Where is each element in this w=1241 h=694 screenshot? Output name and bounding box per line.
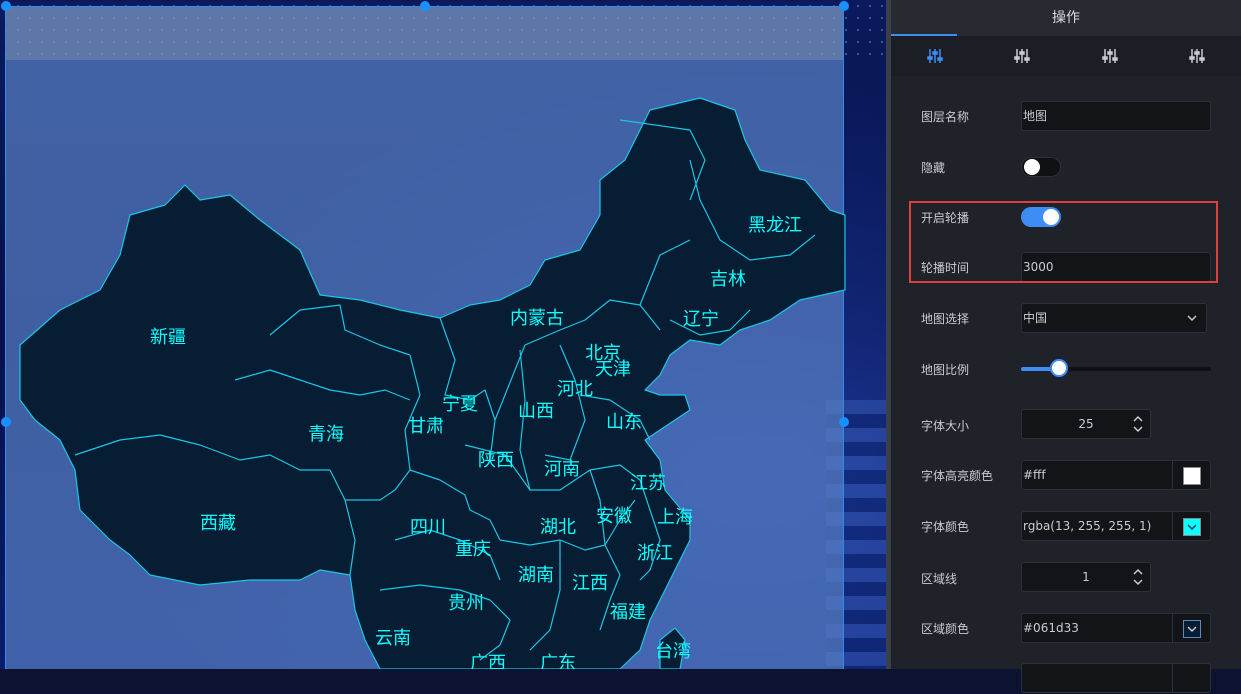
stepper-arrows-icon[interactable] bbox=[1132, 413, 1144, 435]
map-select-dropdown[interactable]: 中国 bbox=[1021, 303, 1207, 333]
province-label: 山西 bbox=[518, 401, 554, 422]
color-swatch bbox=[1183, 518, 1201, 536]
province-label: 福建 bbox=[610, 602, 646, 623]
font-color-input[interactable]: rgba(13, 255, 255, 1) bbox=[1021, 511, 1173, 541]
province-label: 湖南 bbox=[518, 565, 554, 586]
area-color-input[interactable]: #061d33 bbox=[1021, 613, 1173, 643]
color-swatch bbox=[1183, 467, 1201, 485]
resize-handle-top-right[interactable] bbox=[839, 1, 849, 11]
sliders-icon bbox=[1014, 48, 1030, 64]
stepper-arrows-icon[interactable] bbox=[1132, 566, 1144, 588]
field-font-color: 字体颜色 rgba(13, 255, 255, 1) bbox=[921, 510, 1211, 542]
field-hide: 隐藏 bbox=[921, 151, 1211, 183]
editor-canvas[interactable]: 新疆 西藏 青海 甘肃 宁夏 内蒙古 黑龙江 吉林 辽宁 北京 天津 河北 山西… bbox=[0, 0, 886, 669]
properties-panel: 操作 图层名称 地图 隐藏 开启轮播 轮播时间 3000 地图选择 bbox=[891, 0, 1241, 669]
field-font-highlight-color: 字体高亮颜色 #fff bbox=[921, 459, 1211, 491]
map-landmass bbox=[20, 98, 845, 669]
layer-name-input[interactable]: 地图 bbox=[1021, 101, 1211, 131]
annotation-highlight-box bbox=[909, 201, 1218, 283]
chevron-down-icon bbox=[1184, 519, 1200, 535]
field-label: 区域线 bbox=[921, 570, 1021, 587]
border-line-stepper[interactable]: 1 bbox=[1021, 562, 1151, 592]
sliders-icon bbox=[1102, 48, 1118, 64]
tab-3[interactable] bbox=[1066, 36, 1154, 76]
province-label: 广东 bbox=[540, 653, 576, 669]
map-select-value: 中国 bbox=[1023, 311, 1047, 325]
province-label: 宁夏 bbox=[442, 394, 478, 415]
field-font-size: 字体大小 25 bbox=[921, 409, 1211, 441]
font-size-stepper[interactable]: 25 bbox=[1021, 409, 1151, 439]
province-label: 天津 bbox=[595, 359, 631, 380]
stepper-value: 1 bbox=[1082, 570, 1090, 584]
province-label: 贵州 bbox=[448, 593, 484, 614]
field-label: 字体颜色 bbox=[921, 518, 1021, 535]
chevron-down-icon bbox=[1186, 312, 1198, 324]
tab-4[interactable] bbox=[1154, 36, 1241, 76]
color-picker-button[interactable] bbox=[1172, 511, 1211, 541]
province-label: 新疆 bbox=[150, 327, 186, 348]
province-label: 江西 bbox=[572, 573, 608, 594]
field-layer-name: 图层名称 地图 bbox=[921, 100, 1211, 132]
province-label: 河北 bbox=[557, 379, 593, 400]
color-swatch bbox=[1183, 620, 1201, 638]
province-label: 甘肃 bbox=[408, 416, 444, 437]
color-picker-button[interactable] bbox=[1172, 613, 1211, 643]
field-label: 地图比例 bbox=[921, 361, 1021, 378]
field-label: 字体高亮颜色 bbox=[921, 467, 1021, 484]
province-label: 上海 bbox=[657, 507, 693, 528]
resize-handle-left[interactable] bbox=[1, 417, 11, 427]
china-map[interactable]: 新疆 西藏 青海 甘肃 宁夏 内蒙古 黑龙江 吉林 辽宁 北京 天津 河北 山西… bbox=[0, 0, 886, 669]
partial-color-input[interactable] bbox=[1021, 663, 1173, 693]
province-label: 浙江 bbox=[637, 543, 673, 564]
province-label: 四川 bbox=[410, 517, 446, 538]
slider-knob[interactable] bbox=[1050, 359, 1068, 377]
tab-2[interactable] bbox=[979, 36, 1067, 76]
province-label: 陕西 bbox=[478, 450, 514, 471]
resize-handle-right[interactable] bbox=[839, 417, 849, 427]
province-label: 河南 bbox=[544, 459, 580, 480]
resize-handle-top[interactable] bbox=[420, 1, 430, 11]
chevron-down-icon bbox=[1184, 621, 1200, 637]
field-area-color: 区域颜色 #061d33 bbox=[921, 612, 1211, 644]
color-picker-button[interactable] bbox=[1172, 663, 1211, 693]
tab-1[interactable] bbox=[891, 36, 979, 76]
field-label: 图层名称 bbox=[921, 108, 1021, 125]
font-highlight-color-input[interactable]: #fff bbox=[1021, 460, 1173, 490]
field-next-partial bbox=[921, 662, 1211, 694]
province-label: 广西 bbox=[470, 653, 506, 669]
field-label: 字体大小 bbox=[921, 417, 1021, 434]
field-map-scale: 地图比例 bbox=[921, 353, 1211, 385]
panel-title: 操作 bbox=[891, 0, 1241, 36]
province-label: 山东 bbox=[606, 412, 642, 433]
province-label: 黑龙江 bbox=[748, 215, 802, 236]
province-label: 安徽 bbox=[596, 506, 632, 527]
province-label: 云南 bbox=[375, 628, 411, 649]
province-label: 台湾 bbox=[655, 641, 691, 662]
stepper-value: 25 bbox=[1078, 417, 1093, 431]
field-label: 隐藏 bbox=[921, 159, 1021, 176]
field-label: 地图选择 bbox=[921, 310, 1021, 327]
field-border-line: 区域线 1 bbox=[921, 562, 1211, 594]
province-label: 吉林 bbox=[710, 269, 746, 290]
map-scale-slider[interactable] bbox=[1021, 367, 1211, 371]
toggle-knob bbox=[1024, 159, 1040, 175]
resize-handle-top-left[interactable] bbox=[1, 1, 11, 11]
field-label: 区域颜色 bbox=[921, 620, 1021, 637]
field-map-select: 地图选择 中国 bbox=[921, 302, 1211, 334]
color-picker-button[interactable] bbox=[1172, 460, 1211, 490]
province-label: 青海 bbox=[308, 424, 344, 445]
province-label: 西藏 bbox=[200, 513, 236, 534]
sliders-icon bbox=[1189, 48, 1205, 64]
province-label: 重庆 bbox=[455, 539, 491, 560]
province-label: 内蒙古 bbox=[510, 308, 564, 329]
province-label: 辽宁 bbox=[683, 309, 719, 330]
province-label: 湖北 bbox=[540, 517, 576, 538]
province-label: 江苏 bbox=[630, 473, 666, 494]
hide-toggle[interactable] bbox=[1021, 157, 1061, 177]
sliders-icon bbox=[927, 48, 943, 64]
panel-tabs bbox=[891, 36, 1241, 76]
